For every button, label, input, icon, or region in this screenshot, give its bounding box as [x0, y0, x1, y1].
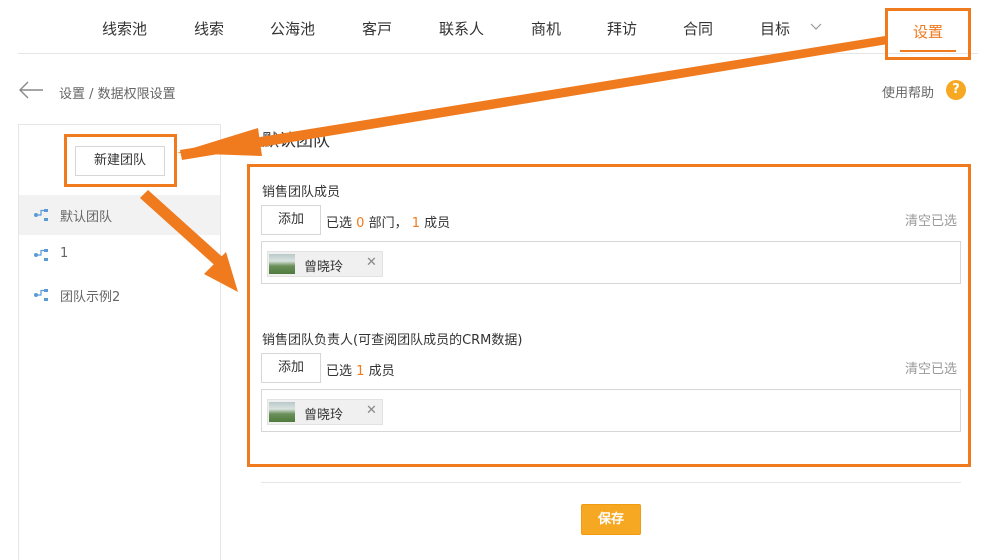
sidebar-item-team-1[interactable]: 1: [19, 235, 220, 275]
chevron-down-icon[interactable]: [809, 20, 823, 34]
back-arrow-icon[interactable]: [18, 80, 44, 100]
team-sidebar: [18, 124, 221, 560]
close-icon[interactable]: ✕: [366, 255, 377, 270]
sidebar-item-team-example-2[interactable]: 团队示例2: [19, 275, 220, 315]
active-tab-underline: [900, 50, 956, 52]
divider: [261, 482, 961, 483]
nav-item-contracts[interactable]: 合同: [683, 18, 713, 39]
clear-leaders-link[interactable]: 清空已选: [905, 358, 957, 377]
avatar: [269, 254, 295, 274]
breadcrumb: 设置 / 数据权限设置: [59, 87, 176, 102]
member-tag: 曾晓玲 ✕: [267, 251, 383, 277]
team-label: 1: [60, 246, 69, 261]
leaders-section-label: 销售团队负责人(可查阅团队成员的CRM数据): [262, 333, 523, 348]
nav-item-visits[interactable]: 拜访: [607, 18, 637, 39]
team-tree-icon: [34, 209, 48, 221]
close-icon[interactable]: ✕: [366, 403, 377, 418]
leaders-selected-summary: 已选 1 成员: [326, 364, 395, 379]
members-section-label: 销售团队成员: [262, 185, 341, 200]
leaders-selection-box[interactable]: 曾晓玲 ✕: [261, 389, 961, 432]
clear-members-link[interactable]: 清空已选: [905, 210, 957, 229]
nav-item-settings[interactable]: 设置: [885, 8, 971, 60]
nav-item-goals[interactable]: 目标: [760, 18, 790, 39]
save-button[interactable]: 保存: [581, 504, 641, 535]
nav-item-public-pool[interactable]: 公海池: [270, 18, 315, 39]
member-name: 曾晓玲: [304, 260, 344, 275]
page-title: 默认团队: [262, 131, 330, 151]
top-nav: [18, 0, 978, 54]
team-tree-icon: [34, 249, 48, 261]
nav-item-contacts[interactable]: 联系人: [439, 18, 484, 39]
sidebar-item-default-team[interactable]: 默认团队: [19, 195, 220, 235]
member-tag: 曾晓玲 ✕: [267, 399, 383, 425]
add-leaders-button[interactable]: 添加: [261, 353, 321, 383]
nav-item-clue-pool[interactable]: 线索池: [102, 18, 147, 39]
member-name: 曾晓玲: [304, 408, 344, 423]
new-team-highlight-box: [64, 134, 177, 187]
team-tree-icon: [34, 289, 48, 301]
members-selected-summary: 已选 0 部门， 1 成员: [326, 216, 451, 231]
nav-item-customers[interactable]: 客戸: [362, 18, 392, 39]
team-label: 团队示例2: [60, 290, 121, 305]
nav-settings-label: 设置: [913, 23, 944, 41]
nav-item-clues[interactable]: 线索: [194, 18, 224, 39]
team-label: 默认团队: [60, 210, 113, 225]
members-selection-box[interactable]: 曾晓玲 ✕: [261, 241, 961, 284]
avatar: [269, 402, 295, 422]
add-members-button[interactable]: 添加: [261, 205, 321, 235]
help-link[interactable]: 使用帮助: [882, 82, 934, 101]
nav-item-opportunities[interactable]: 商机: [531, 18, 561, 39]
help-icon[interactable]: ?: [946, 80, 966, 100]
